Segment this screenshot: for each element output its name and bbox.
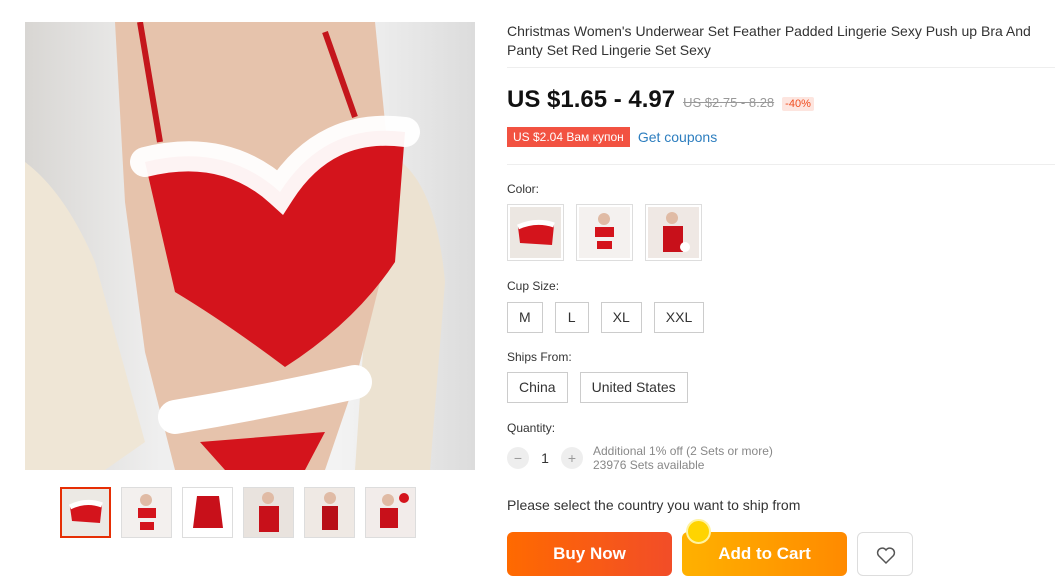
ship-country-notice: Please select the country you want to sh…	[507, 497, 801, 513]
quantity-label: Quantity:	[507, 421, 556, 435]
get-coupons-link[interactable]: Get coupons	[638, 129, 717, 145]
quantity-decrease-button[interactable]: −	[507, 447, 529, 469]
original-price: US $2.75 - 8.28	[683, 95, 775, 110]
thumbnail-6[interactable]	[365, 487, 416, 538]
color-option-1[interactable]	[507, 204, 564, 261]
thumbnail-2[interactable]	[121, 487, 172, 538]
thumbnail-3[interactable]	[182, 487, 233, 538]
product-title: Christmas Women's Underwear Set Feather …	[507, 23, 1031, 58]
coupon-row: US $2.04 Вам купон Get coupons	[507, 127, 717, 147]
ships-from-united-states[interactable]: United States	[579, 372, 688, 403]
buy-now-button[interactable]: Buy Now	[507, 532, 672, 576]
cup-size-option-xxl[interactable]: XXL	[653, 302, 705, 333]
thumbnail-1[interactable]	[60, 487, 111, 538]
quantity-increase-button[interactable]: +	[561, 447, 583, 469]
coin-icon	[686, 519, 711, 544]
quantity-info: Additional 1% off (2 Sets or more) 23976…	[593, 444, 773, 472]
ships-from-label: Ships From:	[507, 350, 572, 364]
color-options	[507, 204, 702, 261]
stock-available: 23976 Sets available	[593, 458, 705, 472]
quantity-value[interactable]: 1	[529, 450, 561, 466]
color-label: Color:	[507, 182, 540, 196]
thumbnail-strip	[60, 487, 416, 538]
heart-icon	[876, 547, 896, 565]
divider	[507, 67, 1055, 68]
color-option-3[interactable]	[645, 204, 702, 261]
cup-size-option-xl[interactable]: XL	[600, 302, 642, 333]
discount-badge: -40%	[782, 97, 814, 111]
divider	[507, 164, 1055, 165]
quantity-stepper: − 1 + Additional 1% off (2 Sets or more)…	[507, 444, 773, 472]
current-price: US $1.65 - 4.97	[507, 86, 676, 113]
thumbnail-4[interactable]	[243, 487, 294, 538]
ships-from-china[interactable]: China	[507, 372, 568, 403]
ships-from-options: China United States	[507, 372, 688, 403]
cup-size-label: Cup Size:	[507, 279, 560, 293]
coupon-badge: US $2.04 Вам купон	[507, 127, 630, 147]
cup-size-option-m[interactable]: M	[507, 302, 543, 333]
cup-size-option-l[interactable]: L	[554, 302, 589, 333]
wishlist-button[interactable]	[857, 532, 913, 576]
cup-size-options: M L XL XXL	[507, 302, 705, 333]
price-row: US $1.65 - 4.97 US $2.75 - 8.28 -40%	[507, 86, 814, 114]
bulk-discount-note: Additional 1% off (2 Sets or more)	[593, 444, 773, 458]
main-product-image	[25, 22, 475, 470]
color-option-2[interactable]	[576, 204, 633, 261]
thumbnail-5[interactable]	[304, 487, 355, 538]
